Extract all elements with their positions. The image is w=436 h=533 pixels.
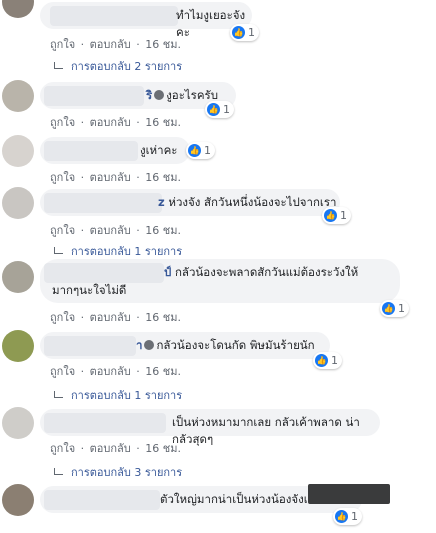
like-link[interactable]: ถูกใจ — [50, 311, 75, 324]
reply-link[interactable]: ตอบกลับ — [90, 442, 131, 455]
wave-emoji-icon — [154, 90, 165, 100]
avatar[interactable] — [2, 261, 34, 293]
comment-bubble: เป็นห่วงหมามากเลย กลัวเค้าพลาด น่ากลัวสุ… — [40, 409, 380, 446]
redacted-author-name[interactable] — [44, 336, 136, 356]
like-icon: 👍 — [207, 103, 220, 116]
reply-link[interactable]: ตอบกลับ — [90, 38, 131, 51]
comment-text: เป็นห่วงหมามากเลย กลัวเค้าพลาด น่ากลัวสุ… — [172, 415, 360, 446]
comment-text: กลัวน้องจะโดนกัด พิษมันร้ายนัก — [156, 338, 315, 352]
like-icon: 👍 — [315, 354, 328, 367]
reaction-count[interactable]: 👍 1 — [313, 352, 342, 369]
comment-bubble: ทำไมงูเยอะจังคะ — [40, 2, 252, 39]
redacted-author-name[interactable] — [44, 413, 166, 433]
timestamp[interactable]: 16 ชม. — [145, 38, 181, 51]
redacted-author-name[interactable] — [44, 490, 160, 510]
comment-actions: ถูกใจ · ตอบกลับ · 16 ชม. — [50, 442, 181, 455]
timestamp[interactable]: 16 ชม. — [145, 171, 181, 184]
redacted-author-name[interactable] — [44, 141, 138, 161]
redacted-author-name[interactable] — [44, 263, 164, 283]
reaction-count[interactable]: 👍 1 — [205, 101, 234, 118]
avatar[interactable] — [2, 135, 34, 167]
timestamp[interactable]: 16 ชม. — [145, 224, 181, 237]
like-link[interactable]: ถูกใจ — [50, 224, 75, 237]
author-name[interactable]: ป์ — [164, 265, 171, 279]
like-link[interactable]: ถูกใจ — [50, 38, 75, 51]
reaction-count[interactable]: 👍 1 — [333, 508, 362, 525]
avatar[interactable] — [2, 80, 34, 112]
like-icon: 👍 — [335, 510, 348, 523]
comment-bubble: งูเห่าคะ — [40, 137, 190, 164]
reply-link[interactable]: ตอบกลับ — [90, 311, 131, 324]
reply-arrow-icon — [54, 390, 63, 398]
reaction-count[interactable]: 👍 1 — [322, 207, 351, 224]
view-replies-link[interactable]: การตอบกลับ 2 รายการ — [54, 57, 182, 75]
reply-link[interactable]: ตอบกลับ — [90, 365, 131, 378]
comment-actions: ถูกใจ · ตอบกลับ · 16 ชม. — [50, 38, 181, 51]
author-name[interactable]: า — [136, 338, 142, 352]
wave-emoji-icon — [144, 340, 155, 350]
timestamp[interactable]: 16 ชม. — [145, 116, 181, 129]
reaction-count[interactable]: 👍 1 — [230, 24, 259, 41]
like-icon: 👍 — [324, 209, 337, 222]
timestamp[interactable]: 16 ชม. — [145, 365, 181, 378]
reply-link[interactable]: ตอบกลับ — [90, 116, 131, 129]
reply-arrow-icon — [54, 246, 63, 254]
comment-actions: ถูกใจ · ตอบกลับ · 16 ชม. — [50, 224, 181, 237]
comment-actions: ถูกใจ · ตอบกลับ · 16 ชม. — [50, 365, 181, 378]
author-name[interactable]: ริ — [146, 88, 152, 102]
comment-actions: ถูกใจ · ตอบกลับ · 16 ชม. — [50, 116, 181, 129]
avatar[interactable] — [2, 407, 34, 439]
comment-bubble: z ห่วงจัง สักวันหนึ่งน้องจะไปจากเรา — [40, 189, 340, 216]
reply-link[interactable]: ตอบกลับ — [90, 224, 131, 237]
reply-link[interactable]: ตอบกลับ — [90, 171, 131, 184]
avatar[interactable] — [2, 330, 34, 362]
avatar[interactable] — [2, 187, 34, 219]
reply-arrow-icon — [54, 61, 63, 69]
reaction-count[interactable]: 👍 1 — [380, 300, 409, 317]
comment-actions: ถูกใจ · ตอบกลับ · 16 ชม. — [50, 311, 181, 324]
redacted-author-name[interactable] — [50, 6, 178, 26]
like-link[interactable]: ถูกใจ — [50, 171, 75, 184]
view-replies-link[interactable]: การตอบกลับ 1 รายการ — [54, 242, 182, 260]
view-replies-link[interactable]: การตอบกลับ 1 รายการ — [54, 386, 182, 404]
comment-text: ห่วงจัง สักวันหนึ่งน้องจะไปจากเรา — [168, 195, 337, 209]
reaction-count[interactable]: 👍 1 — [186, 142, 215, 159]
comment-text: กลัวน้องจะพลาดสักวันแม่ต้องระวังให้ — [174, 265, 359, 279]
avatar[interactable] — [2, 484, 34, 516]
comment-text-line2: มากๆนะใจไม่ดี — [52, 283, 127, 297]
comment-text: งูเห่าคะ — [140, 143, 178, 157]
comment-bubble: ป์ กลัวน้องจะพลาดสักวันแม่ต้องระวังให้ ม… — [40, 259, 400, 303]
like-link[interactable]: ถูกใจ — [50, 116, 75, 129]
redacted-author-name[interactable] — [44, 86, 144, 106]
comment-actions: ถูกใจ · ตอบกลับ · 16 ชม. — [50, 171, 181, 184]
author-name[interactable]: z — [158, 195, 165, 209]
reply-arrow-icon — [54, 467, 63, 475]
avatar[interactable] — [2, 0, 34, 18]
timestamp[interactable]: 16 ชม. — [145, 311, 181, 324]
like-icon: 👍 — [232, 26, 245, 39]
like-icon: 👍 — [382, 302, 395, 315]
timestamp[interactable]: 16 ชม. — [145, 442, 181, 455]
redaction-box — [308, 484, 390, 504]
view-replies-link[interactable]: การตอบกลับ 3 รายการ — [54, 463, 182, 481]
comment-text: งูอะไรครับ — [166, 88, 219, 102]
like-link[interactable]: ถูกใจ — [50, 365, 75, 378]
redacted-author-name[interactable] — [44, 193, 162, 213]
comment-bubble: า กลัวน้องจะโดนกัด พิษมันร้ายนัก — [40, 332, 330, 359]
like-link[interactable]: ถูกใจ — [50, 442, 75, 455]
like-icon: 👍 — [188, 144, 201, 157]
comment-text: ตัวใหญ่มากน่าเป็นห่วงน้องจังเลย — [160, 492, 322, 506]
